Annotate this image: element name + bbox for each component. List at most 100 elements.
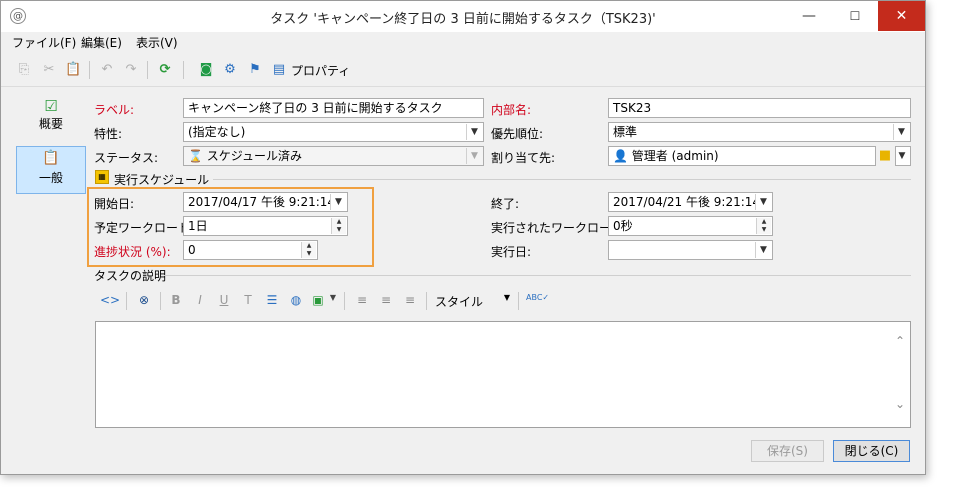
folder-icon[interactable]: ■ — [877, 147, 893, 165]
progress-value: 0 — [188, 243, 196, 257]
chevron-down-icon[interactable]: ▼ — [755, 242, 771, 258]
description-textarea[interactable]: ⌃ ⌄ — [95, 321, 911, 428]
settings-gear-icon[interactable]: ⚙ — [222, 62, 238, 78]
properties-button[interactable]: プロパティ — [291, 62, 350, 79]
title-bar: @ タスク 'キャンペーン終了日の 3 日前に開始するタスク（TSK23)' —… — [1, 1, 925, 32]
toolbar-separator — [89, 61, 90, 79]
redo-icon[interactable]: ↷ — [123, 62, 139, 78]
toolbar-separator — [344, 292, 345, 310]
find-binoculars-icon[interactable]: ⊗ — [136, 293, 152, 307]
assignee-value: 管理者 (admin) — [631, 149, 719, 163]
exec-date-select[interactable]: ▼ — [608, 240, 773, 260]
tab-general-label: 一般 — [38, 171, 63, 185]
refresh-icon[interactable]: ⟳ — [157, 62, 173, 78]
maximize-button[interactable]: ☐ — [832, 1, 878, 31]
internal-name-label: 内部名: — [491, 103, 532, 117]
align-center-icon[interactable]: ≡ — [378, 293, 394, 307]
planned-workload-input[interactable]: 1日 ▲ ▼ — [183, 216, 348, 236]
paste-icon[interactable]: 📋 — [65, 62, 81, 78]
chevron-down-icon[interactable]: ▼ — [893, 124, 909, 140]
italic-icon[interactable]: I — [194, 293, 206, 307]
progress-input[interactable]: 0 ▲ ▼ — [183, 240, 318, 260]
actual-workload-value: 0秒 — [613, 219, 633, 233]
assignee-input[interactable]: 👤 管理者 (admin) — [608, 146, 876, 166]
chevron-down-icon[interactable]: ▼ — [502, 293, 512, 302]
chevron-down-icon[interactable]: ▼ — [896, 148, 909, 164]
nature-value: (指定なし) — [188, 125, 246, 139]
underline-icon[interactable]: U — [218, 293, 230, 307]
nature-select[interactable]: (指定なし) ▼ — [183, 122, 484, 142]
user-icon: 👤 — [613, 149, 628, 163]
cut-icon[interactable]: ✂ — [41, 62, 57, 78]
close-button[interactable]: 閉じる(C) — [833, 440, 910, 462]
actual-workload-input[interactable]: 0秒 ▲ ▼ — [608, 216, 773, 236]
checkmark-icon: ☑ — [44, 97, 58, 115]
section-divider — [213, 179, 911, 180]
end-date-label: 終了: — [491, 197, 520, 211]
text-size-icon[interactable]: T — [240, 293, 256, 307]
copy-icon[interactable]: ⎘ — [16, 62, 32, 78]
toolbar-separator — [183, 61, 184, 79]
schedule-section-title: 実行スケジュール — [114, 173, 210, 187]
close-window-button[interactable]: ✕ — [878, 1, 925, 31]
menu-edit[interactable]: 編集(E) — [81, 34, 122, 51]
start-date-input[interactable]: 2017/04/17 午後 9:21:14 ▼ — [183, 192, 348, 212]
chevron-down-icon[interactable]: ▼ — [466, 124, 482, 140]
source-code-icon[interactable]: <> — [100, 293, 120, 307]
nature-label: 特性: — [94, 127, 123, 141]
priority-value: 標準 — [613, 125, 638, 139]
task-window: @ タスク 'キャンペーン終了日の 3 日前に開始するタスク（TSK23)' —… — [0, 0, 926, 475]
start-date-label: 開始日: — [94, 197, 135, 211]
status-select: ⌛ スケジュール済み ▼ — [183, 146, 484, 166]
exec-date-label: 実行日: — [491, 245, 532, 259]
calendar-icon: ▦ — [95, 170, 109, 184]
actual-workload-stepper[interactable]: ▲ ▼ — [756, 218, 771, 234]
style-label[interactable]: スタイル — [435, 293, 483, 310]
link-globe-icon[interactable]: ◍ — [288, 293, 304, 307]
description-section-title: タスクの説明 — [94, 269, 167, 283]
section-divider — [164, 275, 911, 276]
bullet-list-icon[interactable]: ☰ — [264, 293, 280, 307]
align-right-icon[interactable]: ≡ — [402, 293, 418, 307]
align-left-icon[interactable]: ≡ — [354, 293, 370, 307]
priority-label: 優先順位: — [491, 127, 544, 141]
menu-bar: ファイル(F) 編集(E) 表示(V) — [1, 32, 925, 52]
clipboard-icon: 📋 — [42, 150, 60, 166]
internal-name-input[interactable]: TSK23 — [608, 98, 911, 118]
planned-workload-label: 予定ワークロード: — [94, 221, 195, 235]
toolbar-separator — [426, 292, 427, 310]
label-input[interactable]: キャンペーン終了日の 3 日前に開始するタスク — [183, 98, 484, 118]
start-date-value: 2017/04/17 午後 9:21:14 — [188, 195, 336, 209]
bold-icon[interactable]: B — [170, 293, 182, 307]
chevron-down-icon[interactable]: ▼ — [328, 293, 338, 302]
hourglass-icon: ⌛ — [188, 149, 203, 163]
toolbar: ⎘ ✂ 📋 ↶ ↷ ⟳ ◙ ⚙ ⚑ ▤ プロパティ — [1, 54, 925, 87]
scroll-down-icon[interactable]: ⌄ — [892, 397, 908, 411]
assignee-dropdown[interactable]: ▼ — [895, 146, 911, 166]
save-button[interactable]: 保存(S) — [751, 440, 824, 462]
chevron-down-icon[interactable]: ▼ — [330, 194, 346, 210]
planned-workload-stepper[interactable]: ▲ ▼ — [331, 218, 346, 234]
toolbar-separator — [126, 292, 127, 310]
undo-icon[interactable]: ↶ — [99, 62, 115, 78]
status-value: スケジュール済み — [206, 149, 302, 163]
properties-icon[interactable]: ▤ — [271, 62, 287, 78]
minimize-button[interactable]: — — [786, 1, 832, 31]
chevron-down-icon[interactable]: ▼ — [755, 194, 771, 210]
progress-label: 進捗状況 (%): — [94, 245, 171, 259]
scroll-up-icon[interactable]: ⌃ — [892, 334, 908, 348]
tab-general[interactable]: 📋 一般 — [16, 146, 86, 194]
progress-stepper[interactable]: ▲ ▼ — [301, 242, 316, 258]
workflow-icon[interactable]: ⚑ — [247, 62, 263, 78]
spellcheck-icon[interactable]: ABC✓ — [526, 293, 549, 302]
toolbar-separator — [518, 292, 519, 310]
menu-view[interactable]: 表示(V) — [136, 34, 178, 51]
end-date-value: 2017/04/21 午後 9:21:14 — [613, 195, 761, 209]
image-icon[interactable]: ▣ — [310, 293, 326, 307]
planned-workload-value: 1日 — [188, 219, 208, 233]
end-date-input[interactable]: 2017/04/21 午後 9:21:14 ▼ — [608, 192, 773, 212]
database-icon[interactable]: ◙ — [198, 62, 214, 78]
tab-overview[interactable]: ☑ 概要 — [16, 97, 86, 141]
menu-file[interactable]: ファイル(F) — [12, 34, 76, 51]
priority-select[interactable]: 標準 ▼ — [608, 122, 911, 142]
